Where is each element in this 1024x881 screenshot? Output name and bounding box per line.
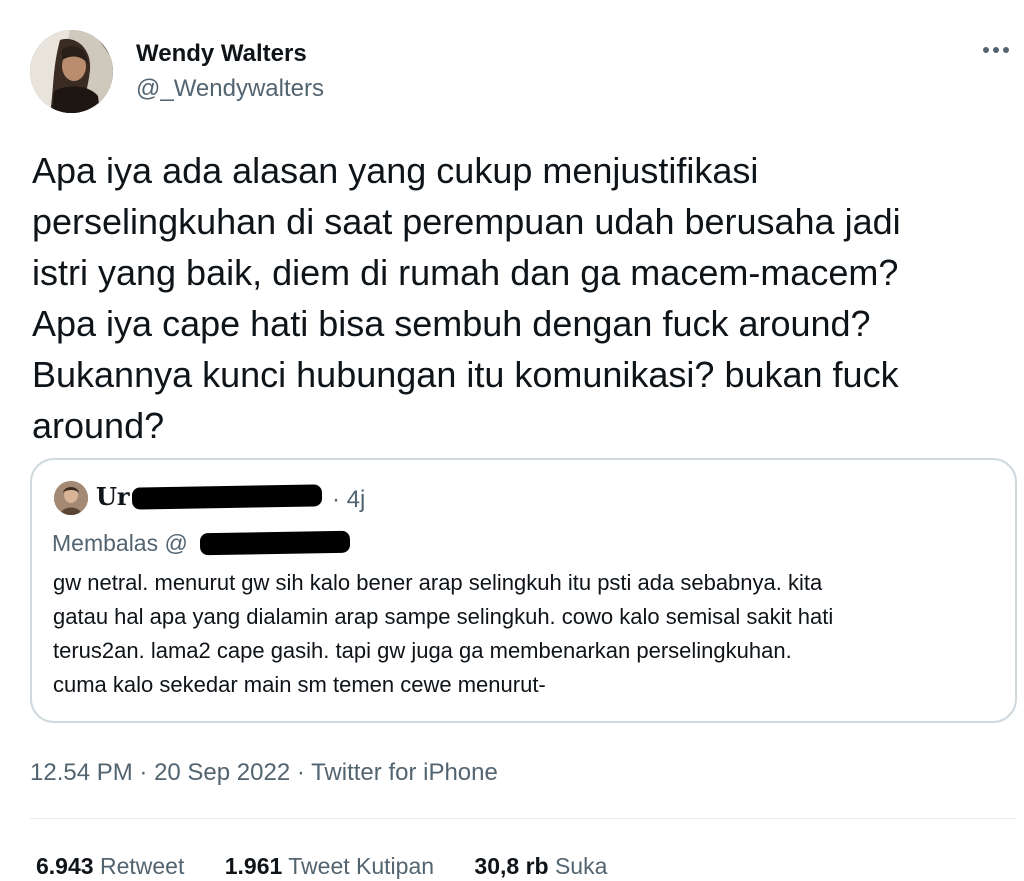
quote-tweets-count: 1.961 [224, 853, 283, 879]
quote-tweets-label: Tweet Kutipan [288, 853, 435, 879]
tweet-text-line: Bukannya kunci hubungan itu komunikasi? … [32, 354, 899, 395]
likes-label: Suka [554, 853, 608, 879]
likes-count: 30,8 rb [474, 853, 549, 879]
tweet-text: Apa iya ada alasan yang cukup menjustifi… [32, 145, 1012, 451]
quoted-author-avatar[interactable] [54, 481, 88, 515]
tweet-time[interactable]: 12.54 PM [30, 759, 133, 786]
retweets-count: 6.943 [36, 853, 94, 879]
tweet-text-line: perselingkuhan di saat perempuan udah be… [32, 201, 901, 242]
more-horizontal-icon [983, 47, 1009, 53]
more-options-button[interactable] [978, 38, 1014, 62]
quote-tweets-stat[interactable]: 1.961 Tweet Kutipan [225, 851, 434, 881]
tweet-text-line: Apa iya ada alasan yang cukup menjustifi… [32, 150, 759, 191]
tweet-page: Wendy Walters @_Wendywalters Apa iya ada… [0, 0, 1024, 881]
tweet-source[interactable]: Twitter for iPhone [311, 759, 498, 786]
likes-stat[interactable]: 30,8 rb Suka [474, 851, 607, 881]
quoted-text-line: gw netral. menurut gw sih kalo bener ara… [53, 570, 823, 595]
meta-separator: · [290, 759, 312, 786]
tweet-date[interactable]: 20 Sep 2022 [154, 759, 290, 786]
tweet-metadata: 12.54 PM · 20 Sep 2022 · Twitter for iPh… [30, 758, 498, 788]
quoted-text-line: cuma kalo sekedar main sm temen cewe men… [53, 672, 546, 697]
quoted-text-line: gatau hal apa yang dialamin arap sampe s… [53, 604, 834, 629]
avatar-photo-icon [30, 30, 113, 113]
meta-separator: · [132, 759, 155, 786]
author-handle[interactable]: @_Wendywalters [136, 75, 324, 103]
tweet-text-line: around? [32, 405, 165, 446]
divider [30, 818, 1016, 819]
author-name[interactable]: Wendy Walters [136, 40, 307, 68]
retweets-stat[interactable]: 6.943 Retweet [36, 851, 184, 881]
tweet-text-line: istri yang baik, diem di rumah dan ga ma… [32, 252, 899, 293]
quoted-tweet-text: gw netral. menurut gw sih kalo bener ara… [53, 566, 998, 702]
quoted-reply-to: Membalas @ [52, 530, 188, 556]
quoted-tweet-time[interactable]: · 4j [332, 485, 365, 515]
quoted-author-name[interactable]: Ur [96, 482, 130, 512]
quoted-tweet-card[interactable]: Ur · 4j Membalas @ gw netral. menurut gw… [30, 458, 1017, 723]
author-avatar[interactable] [30, 30, 113, 113]
quoted-text-line: terus2an. lama2 cape gasih. tapi gw juga… [53, 638, 792, 663]
tweet-text-line: Apa iya cape hati bisa sembuh dengan fuc… [32, 303, 871, 344]
retweets-label: Retweet [99, 853, 185, 879]
redaction-mark [131, 484, 323, 510]
engagement-stats: 6.943 Retweet 1.961 Tweet Kutipan 30,8 r… [36, 851, 641, 881]
quoted-avatar-photo-icon [54, 481, 88, 515]
redaction-mark [199, 530, 351, 556]
